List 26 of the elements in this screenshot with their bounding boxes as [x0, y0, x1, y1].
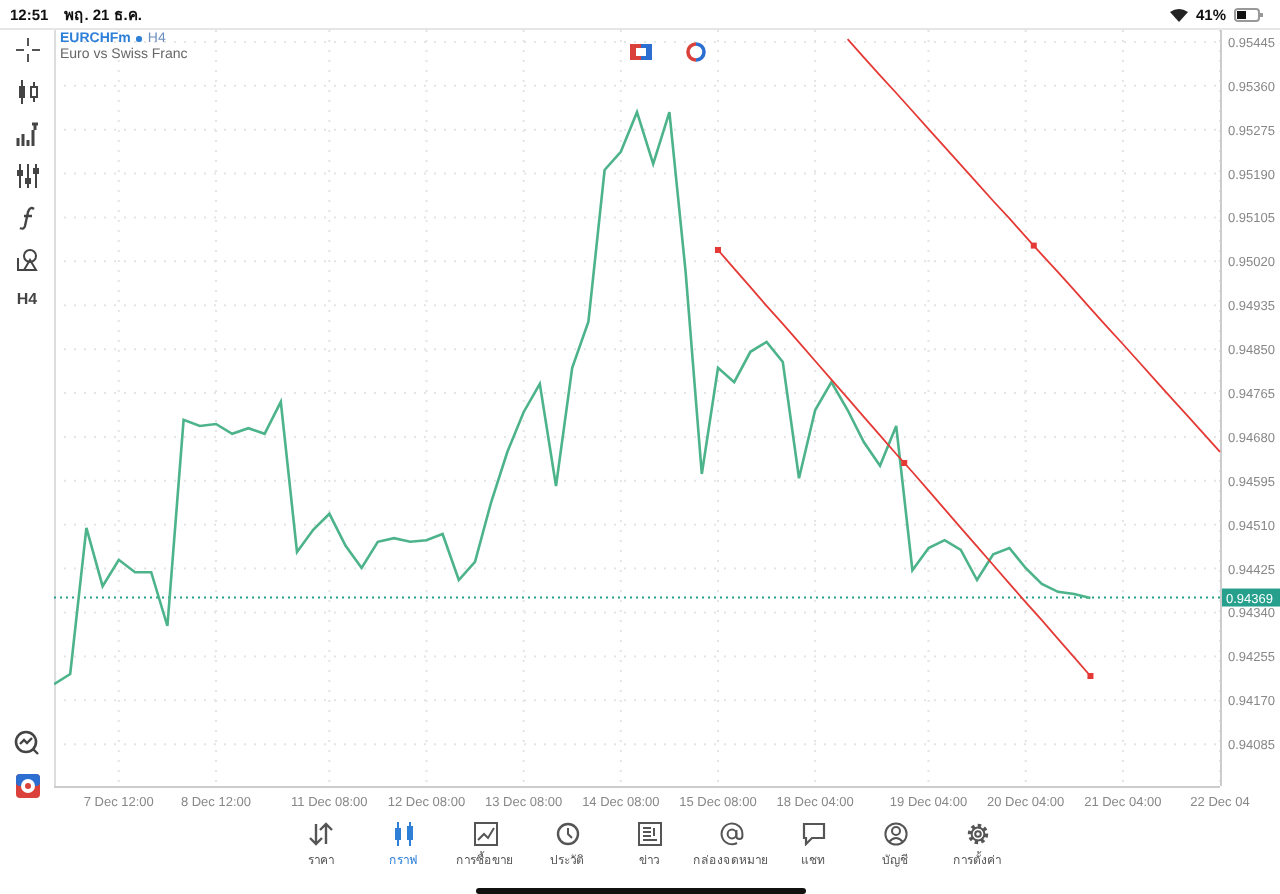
drag-handle[interactable] — [714, 247, 721, 253]
battery-icon — [1234, 7, 1264, 21]
shapes-icon[interactable] — [15, 248, 39, 272]
settings-icon — [965, 822, 989, 846]
drag-handle[interactable] — [901, 460, 908, 466]
user-icon — [883, 822, 907, 846]
drag-handle[interactable] — [1030, 242, 1037, 249]
function-icon[interactable] — [17, 206, 37, 230]
drag-handle[interactable] — [1087, 673, 1094, 679]
wifi-icon — [1169, 7, 1188, 21]
line-chart-icon — [473, 822, 497, 846]
sliders-icon[interactable] — [15, 164, 39, 188]
chart-search-icon[interactable] — [14, 730, 40, 756]
clock-icon — [555, 822, 579, 846]
at-sign-icon — [719, 822, 743, 846]
ring-icon[interactable] — [686, 42, 706, 62]
bar-chart-icon[interactable] — [15, 122, 39, 146]
timeframe-button[interactable]: H4 — [16, 290, 38, 308]
candlestick-icon[interactable] — [15, 80, 39, 104]
trade-panel-icon[interactable] — [630, 44, 652, 60]
chat-bubble-icon — [801, 822, 825, 846]
candlestick-icon — [391, 822, 415, 846]
crosshair-icon[interactable] — [15, 38, 39, 62]
newspaper-icon — [637, 822, 661, 846]
updown-arrows-icon — [308, 822, 334, 846]
app-icon[interactable] — [15, 774, 39, 798]
